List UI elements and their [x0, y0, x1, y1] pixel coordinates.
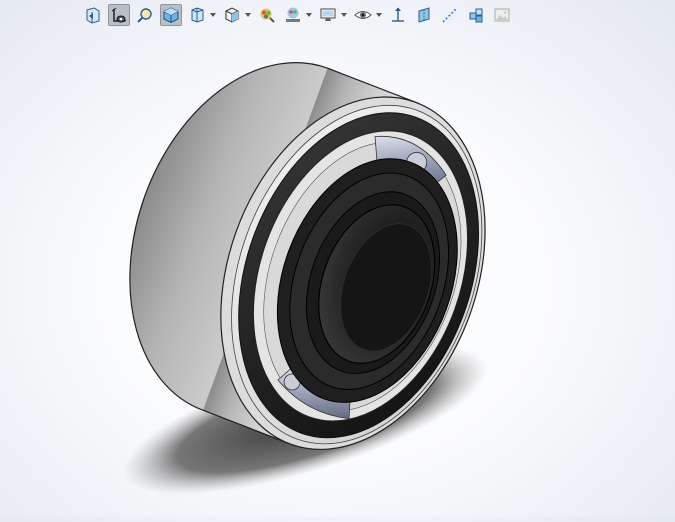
- dropdown-arrow-icon[interactable]: [244, 4, 251, 26]
- view-image-button[interactable]: [491, 4, 513, 26]
- graphics-area[interactable]: [0, 0, 675, 517]
- view-image-icon: [493, 6, 511, 24]
- dropdown-arrow-icon[interactable]: [375, 4, 382, 26]
- apply-scene-icon: [284, 6, 302, 24]
- section-view-button[interactable]: [108, 4, 130, 26]
- view-orientation-icon: [162, 6, 180, 24]
- display-style-icon: [188, 6, 206, 24]
- apply-scene-button[interactable]: [282, 4, 304, 26]
- display-style-button[interactable]: [186, 4, 208, 26]
- view-settings-icon: [319, 6, 337, 24]
- view-orientation-button[interactable]: [160, 4, 182, 26]
- view-heads-up-toolbar: [82, 3, 516, 27]
- zoom-to-area-icon: [136, 6, 154, 24]
- edit-appearance-icon: [258, 6, 276, 24]
- bearing-model[interactable]: [0, 0, 675, 517]
- outer-ring: [129, 62, 486, 451]
- previous-view-button[interactable]: [82, 4, 104, 26]
- hide-show-items-icon: [223, 6, 241, 24]
- view-plane-icon: [415, 6, 433, 24]
- view-plane-button[interactable]: [413, 4, 435, 26]
- edit-appearance-button[interactable]: [256, 4, 278, 26]
- zoom-to-area-button[interactable]: [134, 4, 156, 26]
- section-view-icon: [110, 6, 128, 24]
- hide-show-items-button[interactable]: [221, 4, 243, 26]
- dropdown-arrow-icon[interactable]: [209, 4, 216, 26]
- view-axis-icon: [389, 6, 407, 24]
- dropdown-arrow-icon[interactable]: [305, 4, 312, 26]
- previous-view-icon: [84, 6, 102, 24]
- hide-show-eye-icon: [354, 6, 372, 24]
- hide-show-eye-button[interactable]: [352, 4, 374, 26]
- dropdown-arrow-icon[interactable]: [340, 4, 347, 26]
- view-axis-button[interactable]: [387, 4, 409, 26]
- view-settings-button[interactable]: [317, 4, 339, 26]
- view-components-button[interactable]: [465, 4, 487, 26]
- view-sketch-line-icon: [441, 6, 459, 24]
- view-sketch-line-button[interactable]: [439, 4, 461, 26]
- view-components-icon: [467, 6, 485, 24]
